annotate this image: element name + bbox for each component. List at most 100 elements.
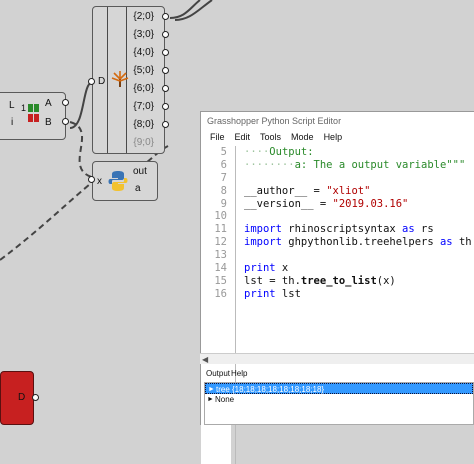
output-panel[interactable]: ► tree {18;18;18;18;18;18;18;18} ► None <box>204 382 474 425</box>
partition-icon: 1 <box>21 103 39 122</box>
line-number: 9 <box>220 197 227 210</box>
code-lines[interactable]: ····Output: ········a: The a output varia… <box>244 146 472 301</box>
output-tabs: Output Help <box>200 366 474 382</box>
code-token: as <box>402 223 415 236</box>
code-token: x <box>275 262 289 275</box>
line-number: 7 <box>220 171 227 184</box>
partition-input-i: i <box>11 117 14 128</box>
dspace-component[interactable]: D {2;0} {3;0} {4;0} {5;0} {6;0} {7;0} {8… <box>92 6 165 154</box>
code-line[interactable] <box>244 172 472 185</box>
code-token: "xliot" <box>326 184 371 197</box>
code-line[interactable] <box>244 210 472 223</box>
partition-output-grip-a[interactable] <box>62 99 69 106</box>
dspace-output-grip-5[interactable] <box>162 103 169 110</box>
output-row[interactable]: ► tree {18;18;18;18;18;18;18;18} <box>205 383 473 394</box>
python-input-grip[interactable] <box>88 176 95 183</box>
menu-file[interactable]: File <box>210 130 225 145</box>
partition-component[interactable]: L i 1 A B <box>0 92 66 140</box>
code-line[interactable] <box>244 249 472 262</box>
code-token: ········ <box>244 158 295 171</box>
code-token: ···· <box>244 146 270 158</box>
partition-output-b: B <box>45 117 52 128</box>
code-line[interactable]: import rhinoscriptsyntax as rs <box>244 223 472 236</box>
code-token: "2019.03.16" <box>332 197 409 210</box>
scroll-left-arrow-icon[interactable]: ◀ <box>202 355 208 364</box>
dspace-output-grip-1[interactable] <box>162 31 169 38</box>
error-component-input-d: D <box>18 392 26 403</box>
dspace-output-grip-0[interactable] <box>162 13 169 20</box>
code-token: __author__ = <box>244 184 327 197</box>
editor-horizontal-scrollbar[interactable]: ◀ <box>200 353 474 364</box>
code-line[interactable]: __author__ = "xliot" <box>244 185 472 198</box>
code-line[interactable]: print x <box>244 262 472 275</box>
code-token: lst <box>275 287 301 300</box>
output-row-text: None <box>215 395 235 404</box>
tab-help[interactable]: Help <box>231 369 247 378</box>
dspace-output-1: {3;0} <box>133 29 154 40</box>
dspace-output-7: {9;0} <box>133 137 154 148</box>
code-line[interactable]: ····Output: <box>244 146 472 159</box>
python-component[interactable]: x out a <box>92 161 158 201</box>
code-line[interactable]: import ghpythonlib.treehelpers as th <box>244 236 472 249</box>
code-token: print <box>244 287 276 300</box>
code-token: __version__ = <box>244 197 333 210</box>
code-token: Output: <box>269 146 314 158</box>
code-token: rs <box>414 223 434 236</box>
python-output-out: out <box>133 166 147 177</box>
python-input-x: x <box>97 176 102 187</box>
tree-icon <box>111 71 129 87</box>
menu-mode[interactable]: Mode <box>291 130 314 145</box>
dspace-output-6: {8;0} <box>133 119 154 130</box>
line-number: 11 <box>214 223 227 236</box>
code-token: lst = th. <box>244 274 301 287</box>
menu-tools[interactable]: Tools <box>260 130 281 145</box>
dspace-input-grip[interactable] <box>88 78 95 85</box>
dspace-output-5: {7;0} <box>133 101 154 112</box>
code-token: import <box>244 236 282 249</box>
dspace-output-grip-2[interactable] <box>162 49 169 56</box>
svg-text:1: 1 <box>21 103 26 113</box>
code-line[interactable]: ········a: The a output variable""" <box>244 159 472 172</box>
menu-help[interactable]: Help <box>324 130 343 145</box>
partition-output-grip-b[interactable] <box>62 118 69 125</box>
editor-menubar: File Edit Tools Mode Help <box>201 130 474 145</box>
line-number: 13 <box>214 249 227 262</box>
line-number: 15 <box>214 274 227 287</box>
code-line[interactable]: print lst <box>244 288 472 301</box>
line-number: 6 <box>220 158 227 171</box>
code-token: (x) <box>376 274 396 287</box>
partition-input-l: L <box>9 100 15 111</box>
error-component-grip[interactable] <box>32 394 39 401</box>
menu-edit[interactable]: Edit <box>235 130 251 145</box>
code-line[interactable]: lst = th.tree_to_list(x) <box>244 275 472 288</box>
code-token: rhinoscriptsyntax <box>281 223 403 236</box>
code-token: print <box>244 262 276 275</box>
dspace-output-3: {5;0} <box>133 65 154 76</box>
editor-title: Grasshopper Python Script Editor <box>201 112 474 130</box>
code-token: a: The a output variable""" <box>294 158 466 171</box>
dspace-input-d: D <box>98 76 106 87</box>
dspace-output-grip-3[interactable] <box>162 67 169 74</box>
code-token: tree_to_list <box>300 274 377 287</box>
line-number: 16 <box>214 287 227 300</box>
output-row-text: tree {18;18;18;18;18;18;18;18} <box>216 385 325 394</box>
dspace-output-grip-4[interactable] <box>162 85 169 92</box>
line-number: 5 <box>220 146 227 158</box>
line-number: 8 <box>220 184 227 197</box>
python-icon <box>108 171 128 191</box>
line-number: 10 <box>214 210 227 223</box>
code-line[interactable]: __version__ = "2019.03.16" <box>244 198 472 211</box>
dspace-output-list: {2;0} {3;0} {4;0} {5;0} {6;0} {7;0} {8;0… <box>133 8 154 152</box>
tab-output[interactable]: Output <box>206 369 230 378</box>
dspace-output-4: {6;0} <box>133 83 154 94</box>
expand-arrow-icon[interactable]: ► <box>207 394 214 405</box>
code-token: import <box>244 223 282 236</box>
output-row[interactable]: ► None <box>205 394 473 405</box>
code-token: as <box>439 236 453 249</box>
line-number: 14 <box>214 262 227 275</box>
code-token: ghpythonlib.treehelpers <box>281 236 440 249</box>
error-component[interactable]: D <box>0 371 34 425</box>
dspace-output-0: {2;0} <box>133 11 154 22</box>
partition-output-a: A <box>45 98 52 109</box>
dspace-output-grip-6[interactable] <box>162 121 169 128</box>
